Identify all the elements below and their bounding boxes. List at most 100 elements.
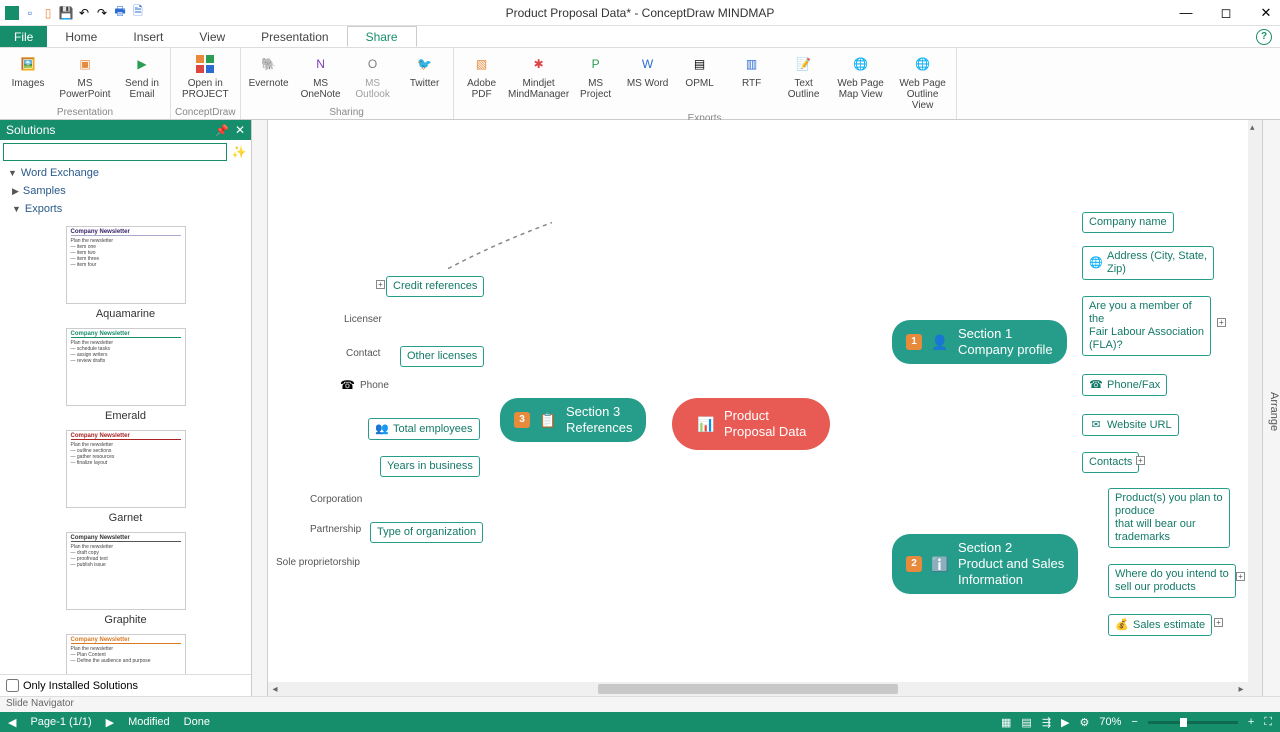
- mindjet-button[interactable]: ✱Mindjet MindManager: [510, 50, 568, 113]
- expand-sales[interactable]: +: [1214, 618, 1223, 627]
- leaf-sales-estimate[interactable]: 💰Sales estimate: [1108, 614, 1212, 636]
- tab-home[interactable]: Home: [47, 26, 115, 47]
- thumb-aquamarine[interactable]: Company NewsletterPlan the newsletter— i…: [66, 226, 186, 304]
- status-next-icon[interactable]: ▶: [106, 716, 114, 729]
- text-outline-button[interactable]: 📝Text Outline: [780, 50, 828, 113]
- print-preview-icon[interactable]: 🗎: [130, 5, 146, 21]
- solutions-search-input[interactable]: [3, 143, 227, 161]
- leaf-contacts[interactable]: Contacts: [1082, 452, 1139, 473]
- node-section-2[interactable]: 2 ℹ️ Section 2 Product and Sales Informa…: [892, 534, 1078, 594]
- images-button[interactable]: 🖼️Images: [4, 50, 52, 102]
- group-label-presentation: Presentation: [57, 107, 113, 119]
- person-icon: 👤: [930, 332, 950, 352]
- webpage-map-button[interactable]: 🌐Web Page Map View: [832, 50, 890, 113]
- new-doc-icon[interactable]: ▫: [22, 5, 38, 21]
- view-mode-1-icon[interactable]: ▦: [1001, 716, 1011, 729]
- open-project-button[interactable]: Open in PROJECT: [181, 50, 229, 102]
- leaf-total-employees[interactable]: 👥Total employees: [368, 418, 480, 440]
- twitter-button[interactable]: 🐦Twitter: [401, 50, 449, 102]
- leaf-where-sell[interactable]: Where do you intend to sell our products: [1108, 564, 1236, 598]
- badge-3: 3: [514, 412, 530, 428]
- print-icon[interactable]: 🖶: [112, 5, 128, 21]
- leaf-years-business[interactable]: Years in business: [380, 456, 480, 477]
- slide-navigator-bar[interactable]: Slide Navigator: [0, 696, 1280, 712]
- maximize-button[interactable]: ◻: [1216, 3, 1236, 23]
- menu-tabs: File Home Insert View Presentation Share…: [0, 26, 1280, 48]
- sublabel-contact: Contact: [346, 348, 380, 359]
- tree-word-exchange[interactable]: ▼Word Exchange: [0, 164, 251, 182]
- expand-contacts[interactable]: +: [1136, 456, 1145, 465]
- thumb-emerald[interactable]: Company NewsletterPlan the newsletter— s…: [66, 328, 186, 406]
- status-prev-icon[interactable]: ◀: [8, 716, 16, 729]
- node-section-1[interactable]: 1 👤 Section 1 Company profile: [892, 320, 1067, 364]
- pin-icon[interactable]: 📌: [215, 124, 229, 137]
- thumb-extra[interactable]: Company NewsletterPlan the newsletter— P…: [66, 634, 186, 674]
- leaf-other-licenses[interactable]: Other licenses: [400, 346, 484, 367]
- leaf-fla[interactable]: Are you a member of the Fair Labour Asso…: [1082, 296, 1211, 356]
- tree-exports[interactable]: ▼Exports: [0, 200, 251, 218]
- view-mode-3-icon[interactable]: ⇶: [1042, 716, 1051, 729]
- leaf-website[interactable]: ✉Website URL: [1082, 414, 1179, 436]
- arrange-panel-collapsed[interactable]: Arrange: [1262, 120, 1280, 696]
- zoom-out-icon[interactable]: −: [1131, 716, 1137, 728]
- evernote-button[interactable]: 🐘Evernote: [245, 50, 293, 102]
- help-icon[interactable]: ?: [1256, 29, 1272, 45]
- file-tab[interactable]: File: [0, 26, 47, 47]
- leaf-credit-ref[interactable]: Credit references: [386, 276, 484, 297]
- minimize-button[interactable]: —: [1176, 3, 1196, 23]
- tab-presentation[interactable]: Presentation: [243, 26, 346, 47]
- save-icon[interactable]: 💾: [58, 5, 74, 21]
- search-wand-icon[interactable]: ✨: [230, 143, 248, 161]
- play-icon[interactable]: ▶: [1061, 716, 1069, 729]
- webpage-outline-button[interactable]: 🌐Web Page Outline View: [894, 50, 952, 113]
- scroll-right-icon[interactable]: ▸: [1234, 684, 1248, 695]
- expand-where-sell[interactable]: +: [1236, 572, 1245, 581]
- view-mode-2-icon[interactable]: ▤: [1021, 716, 1031, 729]
- adobe-pdf-button[interactable]: ▧Adobe PDF: [458, 50, 506, 113]
- mindmap-canvas[interactable]: 📊 Product Proposal Data 1 👤 Section 1 Co…: [252, 120, 1262, 696]
- leaf-products[interactable]: Product(s) you plan to produce that will…: [1108, 488, 1230, 548]
- expand-credit[interactable]: +: [376, 280, 385, 289]
- ms-powerpoint-button[interactable]: ▣MS PowerPoint: [56, 50, 114, 102]
- sublabel-licenser: Licenser: [344, 314, 382, 325]
- zoom-in-icon[interactable]: +: [1248, 716, 1254, 728]
- node-section-3[interactable]: 3 📋 Section 3 References: [500, 398, 646, 442]
- ms-project-button[interactable]: PMS Project: [572, 50, 620, 113]
- leaf-type-org[interactable]: Type of organization: [370, 522, 483, 543]
- gear-icon[interactable]: ⚙: [1080, 716, 1090, 729]
- outlook-button[interactable]: OMS Outlook: [349, 50, 397, 102]
- tab-insert[interactable]: Insert: [115, 26, 181, 47]
- scroll-left-icon[interactable]: ◂: [268, 684, 282, 695]
- onenote-button[interactable]: NMS OneNote: [297, 50, 345, 102]
- expand-section-1[interactable]: +: [1217, 318, 1226, 327]
- close-button[interactable]: ✕: [1256, 3, 1276, 23]
- scroll-thumb[interactable]: [598, 684, 898, 694]
- ms-word-button[interactable]: WMS Word: [624, 50, 672, 113]
- redo-icon[interactable]: ↷: [94, 5, 110, 21]
- undo-icon[interactable]: ↶: [76, 5, 92, 21]
- status-right: ▦ ▤ ⇶ ▶ ⚙ 70% − + ⛶: [1001, 716, 1272, 729]
- leaf-phonefax[interactable]: ☎Phone/Fax: [1082, 374, 1167, 396]
- rtf-button[interactable]: ▥RTF: [728, 50, 776, 113]
- ribbon-group-presentation: 🖼️Images ▣MS PowerPoint ▶Send in Email P…: [0, 48, 171, 119]
- horizontal-scrollbar[interactable]: ◂ ▸: [268, 682, 1248, 696]
- only-installed-checkbox[interactable]: [6, 679, 19, 692]
- thumb-graphite[interactable]: Company NewsletterPlan the newsletter— d…: [66, 532, 186, 610]
- zoom-slider[interactable]: [1148, 721, 1238, 724]
- tab-share[interactable]: Share: [347, 26, 417, 47]
- send-email-button[interactable]: ▶Send in Email: [118, 50, 166, 102]
- fit-icon[interactable]: ⛶: [1264, 716, 1272, 729]
- vertical-scrollbar[interactable]: ▴: [1248, 120, 1262, 696]
- opml-button[interactable]: ▤OPML: [676, 50, 724, 113]
- node-central[interactable]: 📊 Product Proposal Data: [672, 398, 830, 450]
- thumb-garnet[interactable]: Company NewsletterPlan the newsletter— o…: [66, 430, 186, 508]
- leaf-company-name[interactable]: Company name: [1082, 212, 1174, 233]
- leaf-address[interactable]: 🌐Address (City, State, Zip): [1082, 246, 1214, 280]
- tab-view[interactable]: View: [181, 26, 243, 47]
- node-section-1-label: Section 1 Company profile: [958, 326, 1053, 358]
- open-icon[interactable]: ▯: [40, 5, 56, 21]
- panel-close-icon[interactable]: ✕: [235, 123, 245, 137]
- tree-samples[interactable]: ▶Samples: [0, 182, 251, 200]
- panel-search-row: ✨: [0, 140, 251, 164]
- qat-app-icon[interactable]: [4, 5, 20, 21]
